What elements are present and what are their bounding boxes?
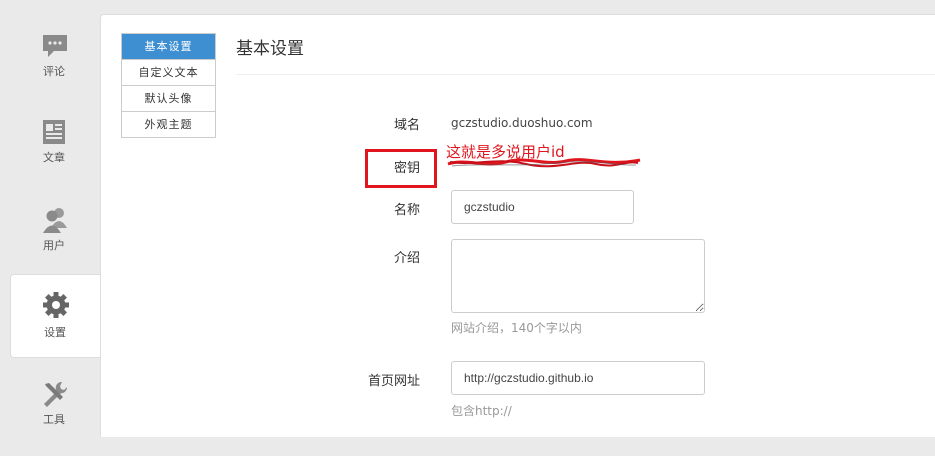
article-icon: [43, 120, 65, 144]
nav-item-articles[interactable]: 文章: [0, 108, 100, 194]
settings-submenu: 基本设置 自定义文本 默认头像 外观主题: [121, 33, 216, 138]
nav-label-settings: 设置: [44, 326, 66, 339]
nav-label-articles: 文章: [43, 151, 65, 164]
submenu-item-custom-text[interactable]: 自定义文本: [122, 59, 215, 85]
homepage-hint: 包含http://: [451, 404, 512, 418]
users-icon: [43, 208, 67, 233]
gear-icon: [43, 292, 69, 318]
domain-label: 域名: [393, 118, 420, 133]
main-sidebar: 评论 文章 用户 设置 工具: [0, 0, 101, 436]
intro-label: 介绍: [393, 251, 420, 266]
nav-label-users: 用户: [43, 239, 65, 252]
key-annotation: 这就是多说用户id: [446, 143, 565, 161]
intro-hint: 网站介绍，140个字以内: [451, 321, 582, 335]
homepage-input[interactable]: [451, 361, 705, 395]
nav-label-comments: 评论: [43, 65, 65, 78]
domain-value: gczstudio.duoshuo.com: [451, 116, 593, 130]
comment-icon: [43, 35, 67, 57]
name-label: 名称: [393, 203, 420, 218]
tools-icon: [44, 381, 68, 407]
page-title: 基本设置: [236, 39, 304, 59]
submenu-item-theme[interactable]: 外观主题: [122, 111, 215, 137]
nav-item-users[interactable]: 用户: [0, 196, 100, 282]
name-input[interactable]: [451, 190, 634, 224]
key-highlight-box: [365, 149, 437, 188]
submenu-item-default-avatar[interactable]: 默认头像: [122, 85, 215, 111]
title-divider: [236, 74, 935, 75]
homepage-label: 首页网址: [367, 374, 420, 389]
nav-item-tools[interactable]: 工具: [0, 370, 100, 456]
intro-textarea[interactable]: [451, 239, 705, 313]
nav-label-tools: 工具: [43, 413, 65, 426]
submenu-item-basic[interactable]: 基本设置: [122, 34, 215, 59]
nav-item-settings[interactable]: 设置: [10, 274, 101, 358]
nav-item-comments[interactable]: 评论: [0, 22, 100, 108]
